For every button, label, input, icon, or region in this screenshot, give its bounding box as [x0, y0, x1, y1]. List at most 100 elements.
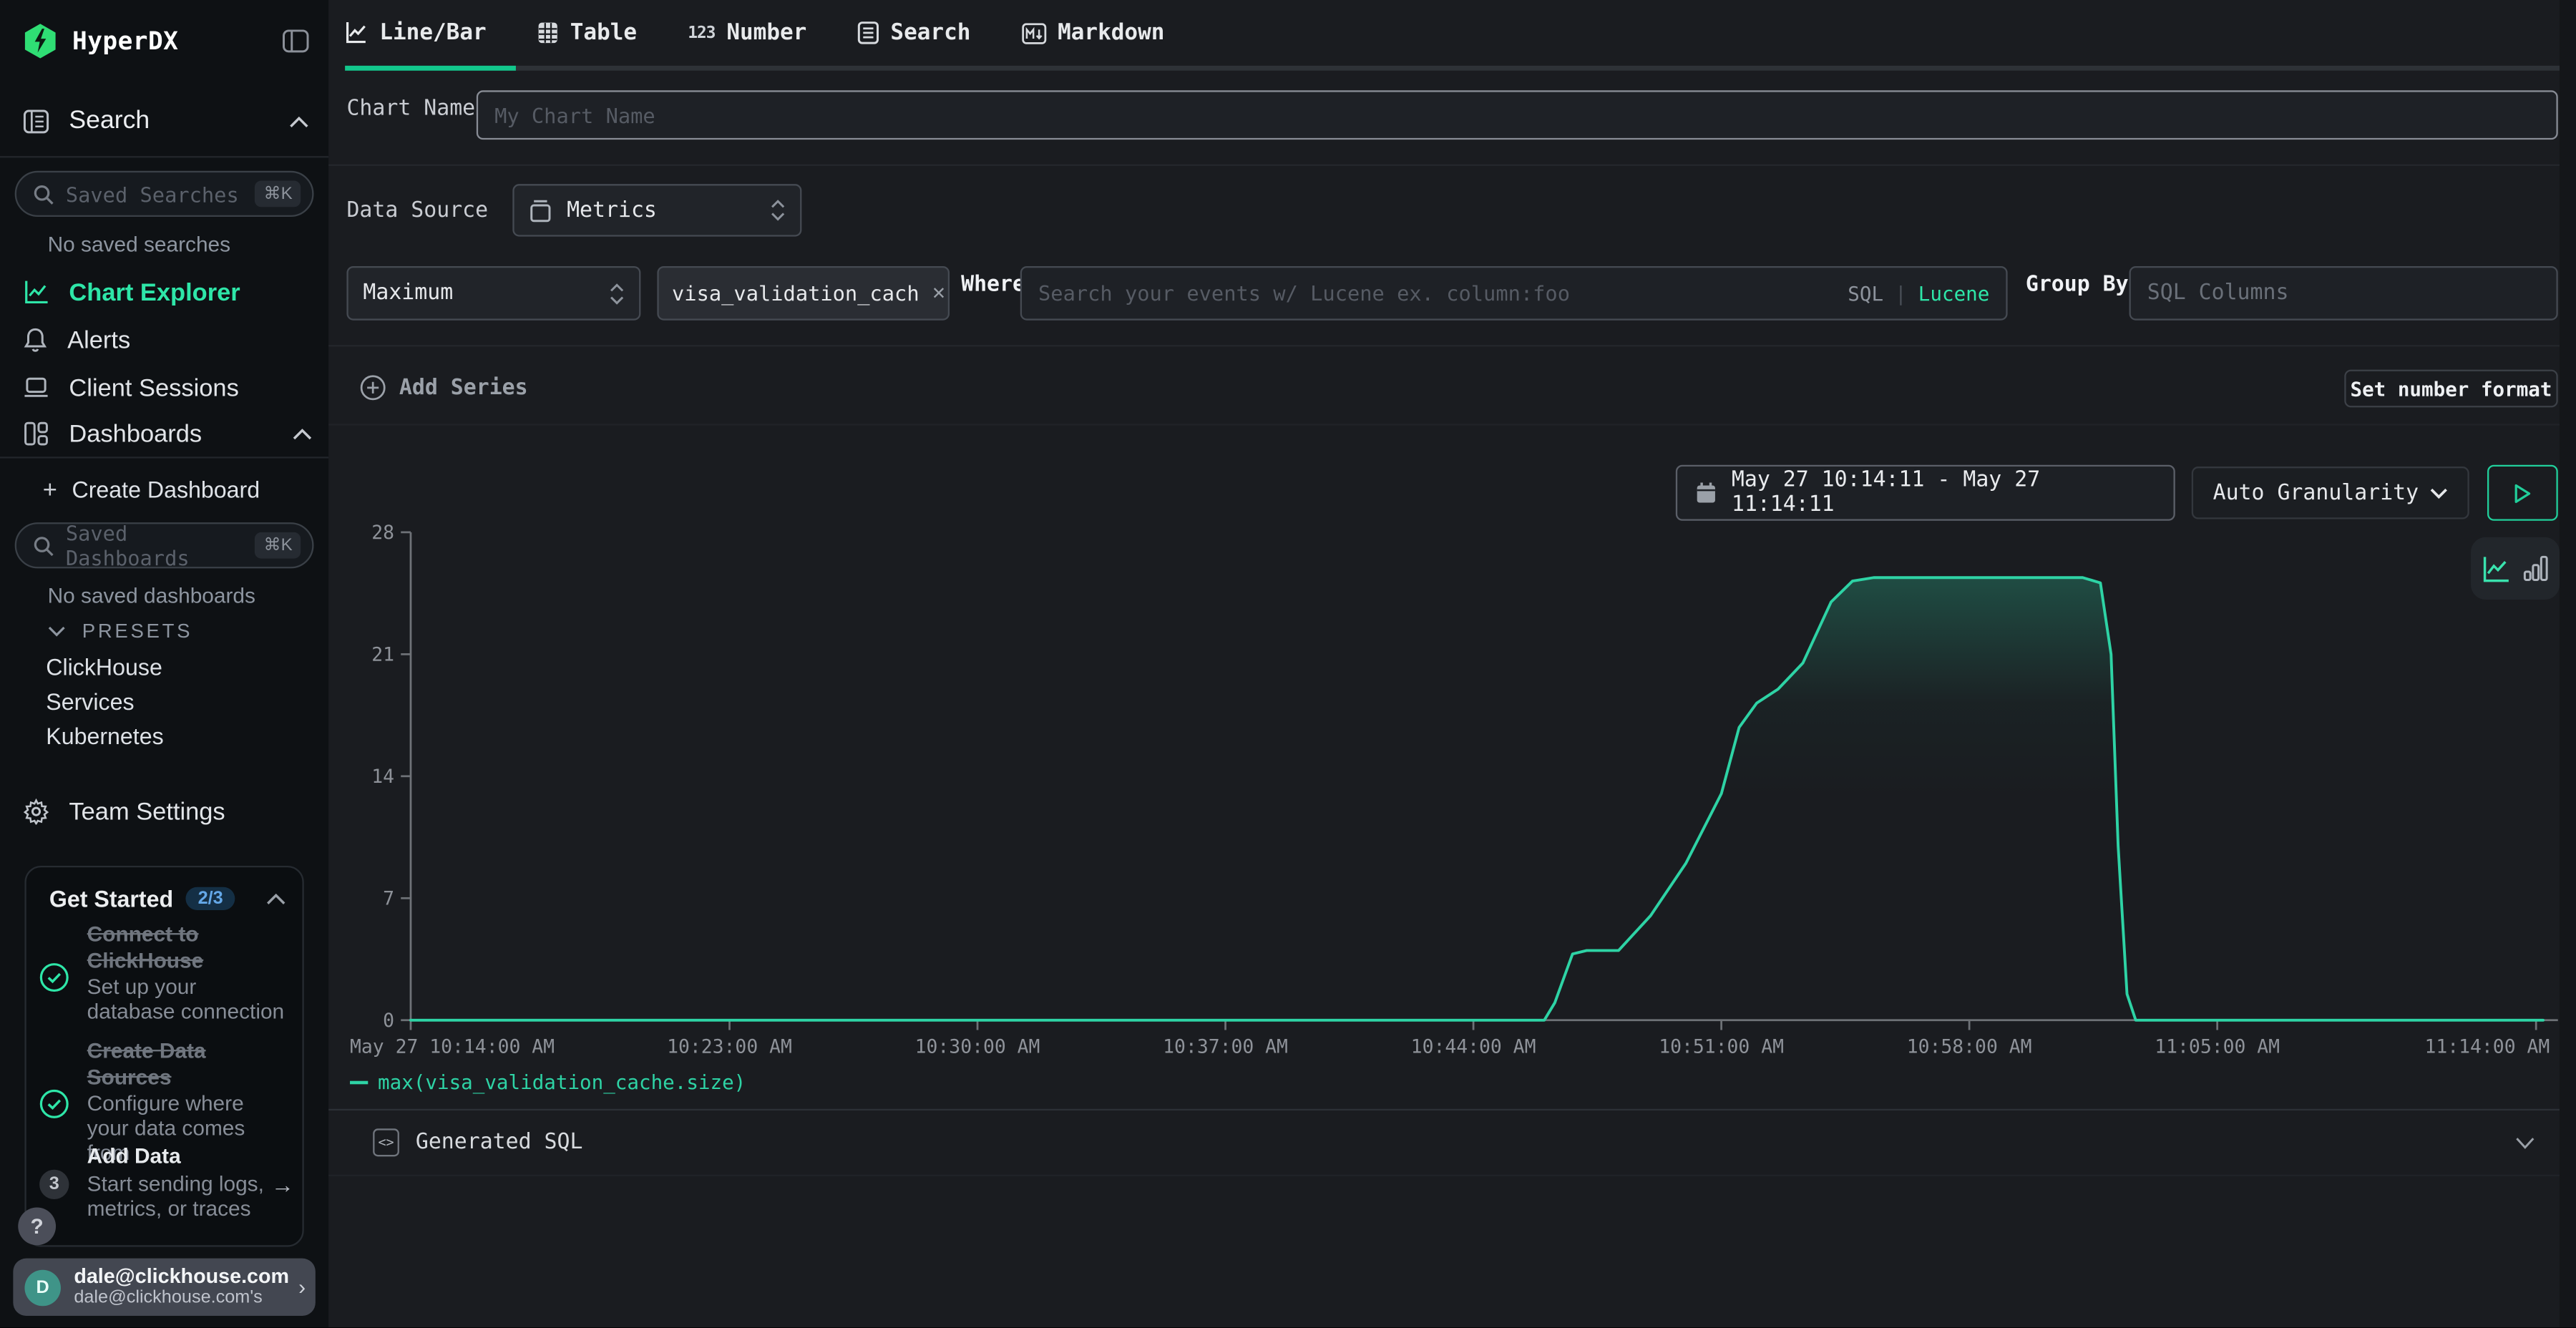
aggregation-select[interactable]: Maximum [346, 266, 640, 321]
chevron-up-icon[interactable] [266, 893, 286, 904]
legend-series-name: max(visa_validation_cache.size) [378, 1071, 746, 1094]
check-circle-icon [39, 1089, 69, 1118]
sidebar-section-search[interactable]: Search [23, 102, 308, 141]
get-started-step[interactable]: Connect to ClickHouse Set up your databa… [87, 922, 288, 1023]
x-tick-label: 11:14:00 AM [2424, 1036, 2550, 1058]
chevron-up-icon[interactable] [289, 116, 309, 127]
series-area [411, 577, 2543, 1020]
lucene-toggle[interactable]: Lucene [1918, 282, 1990, 305]
markdown-icon [1022, 22, 1046, 44]
presets-label: PRESETS [82, 620, 192, 643]
set-number-format-button[interactable]: Set number format [2344, 370, 2557, 408]
data-source-select[interactable]: Metrics [512, 184, 801, 236]
sidebar-item-team-settings[interactable]: Team Settings [23, 795, 312, 828]
app-window: HyperDX Search Saved Searches ⌘K No save… [0, 0, 2576, 1327]
tab-label: Line/Bar [379, 20, 486, 47]
tab-line-bar[interactable]: Line/Bar [345, 20, 487, 47]
chevron-down-icon [48, 625, 66, 637]
divider [0, 156, 328, 157]
sidebar-item-alerts[interactable]: Alerts [23, 323, 312, 356]
group-by-label: Group By [2026, 273, 2129, 297]
where-placeholder: Search your events w/ Lucene ex. column:… [1038, 281, 1570, 306]
chart-legend[interactable]: max(visa_validation_cache.size) [350, 1071, 746, 1094]
x-tick-label: 10:44:00 AM [1411, 1036, 1536, 1058]
preset-clickhouse[interactable]: ClickHouse [46, 654, 162, 680]
app-title: HyperDX [72, 26, 178, 56]
sidebar-item-label: Alerts [67, 326, 130, 354]
sql-toggle[interactable]: SQL [1848, 282, 1883, 305]
add-series-button[interactable]: Add Series [360, 374, 528, 401]
aggregation-value: Maximum [363, 281, 453, 306]
create-dashboard-button[interactable]: + Create Dashboard [43, 475, 260, 504]
scrollbar-gutter[interactable] [2560, 0, 2576, 1327]
divider [328, 424, 2560, 425]
x-tick-label: May 27 10:14:00 AM [350, 1036, 555, 1058]
chevron-down-icon [2515, 1136, 2535, 1149]
y-tick-label: 28 [371, 522, 394, 544]
select-chevrons-icon [771, 199, 786, 222]
preset-services[interactable]: Services [46, 688, 134, 715]
sidebar-item-chart-explorer[interactable]: Chart Explorer [23, 276, 312, 309]
group-by-placeholder: SQL Columns [2147, 281, 2289, 306]
tab-search[interactable]: Search [858, 20, 971, 47]
saved-dashboards-input[interactable]: Saved Dashboards ⌘K [15, 522, 314, 568]
arrow-right-icon[interactable]: → [271, 1171, 294, 1198]
no-saved-searches-text: No saved searches [48, 232, 230, 256]
toggle-separator: | [1895, 282, 1907, 305]
sidebar-item-client-sessions[interactable]: Client Sessions [23, 371, 312, 404]
get-started-step[interactable]: Add Data Start sending logs, metrics, or… [87, 1143, 288, 1220]
x-tick-label: 10:23:00 AM [667, 1036, 792, 1058]
tab-markdown[interactable]: Markdown [1022, 20, 1165, 47]
no-saved-dashboards-text: No saved dashboards [48, 583, 255, 607]
tab-label: Markdown [1058, 20, 1164, 47]
chevron-up-icon[interactable] [293, 428, 313, 439]
close-icon[interactable]: ✕ [932, 281, 945, 306]
list-icon [858, 21, 879, 44]
divider [328, 165, 2560, 166]
step-description: Start sending logs, metrics, or traces [87, 1171, 288, 1220]
series-line [411, 577, 2543, 1020]
generated-sql-label: Generated SQL [416, 1131, 583, 1155]
sidebar-item-label: Chart Explorer [69, 278, 240, 306]
help-button[interactable]: ? [18, 1208, 56, 1246]
dashboards-icon [23, 421, 49, 447]
chart-name-placeholder: My Chart Name [494, 102, 655, 127]
preset-kubernetes[interactable]: Kubernetes [46, 723, 163, 749]
sidebar-collapse-icon[interactable] [283, 29, 309, 52]
tab-table[interactable]: Table [537, 20, 637, 47]
timeseries-chart[interactable]: 07142128May 27 10:14:00 AM10:23:00 AM10:… [328, 509, 2560, 1071]
where-input[interactable]: Search your events w/ Lucene ex. column:… [1020, 266, 2008, 321]
get-started-card: Get Started 2/3 Connect to ClickHouse Se… [24, 866, 303, 1247]
data-source-label: Data Source [346, 199, 488, 223]
saved-searches-input[interactable]: Saved Searches ⌘K [15, 171, 314, 217]
search-section-icon [23, 109, 49, 135]
tab-number[interactable]: 123 Number [688, 20, 806, 47]
y-tick-label: 7 [383, 887, 394, 909]
chart-name-input[interactable]: My Chart Name [477, 90, 2558, 140]
tab-track [345, 66, 2560, 70]
metric-chip[interactable]: visa_validation_cach ✕ [657, 266, 950, 321]
chart-type-tabbar: Line/Bar Table 123 Number Search [345, 20, 1164, 47]
saved-dashboards-placeholder: Saved Dashboards [66, 521, 255, 570]
group-by-input[interactable]: SQL Columns [2129, 266, 2558, 321]
play-icon [2514, 482, 2532, 504]
where-label: Where [961, 273, 1025, 297]
legend-line-swatch [350, 1081, 368, 1085]
x-tick-label: 11:05:00 AM [2155, 1036, 2280, 1058]
active-tab-underline [345, 66, 516, 70]
tab-label: Number [726, 20, 806, 47]
calendar-icon [1695, 482, 1717, 504]
get-started-header[interactable]: Get Started 2/3 [49, 884, 286, 913]
number-123-icon: 123 [688, 24, 715, 42]
generated-sql-toggle[interactable]: <> Generated SQL [328, 1109, 2560, 1176]
user-profile-button[interactable]: D dale@clickhouse.com dale@clickhouse.co… [13, 1259, 315, 1316]
search-icon [33, 183, 54, 205]
chart-name-label: Chart Name [346, 97, 475, 121]
create-dashboard-label: Create Dashboard [72, 477, 260, 503]
shortcut-badge: ⌘K [255, 532, 301, 559]
step-title: Add Data [87, 1143, 288, 1169]
presets-toggle[interactable]: PRESETS [48, 620, 193, 643]
sidebar-item-label: Dashboards [69, 420, 202, 448]
sidebar-item-dashboards[interactable]: Dashboards [23, 417, 312, 450]
team-settings-label: Team Settings [69, 798, 225, 826]
